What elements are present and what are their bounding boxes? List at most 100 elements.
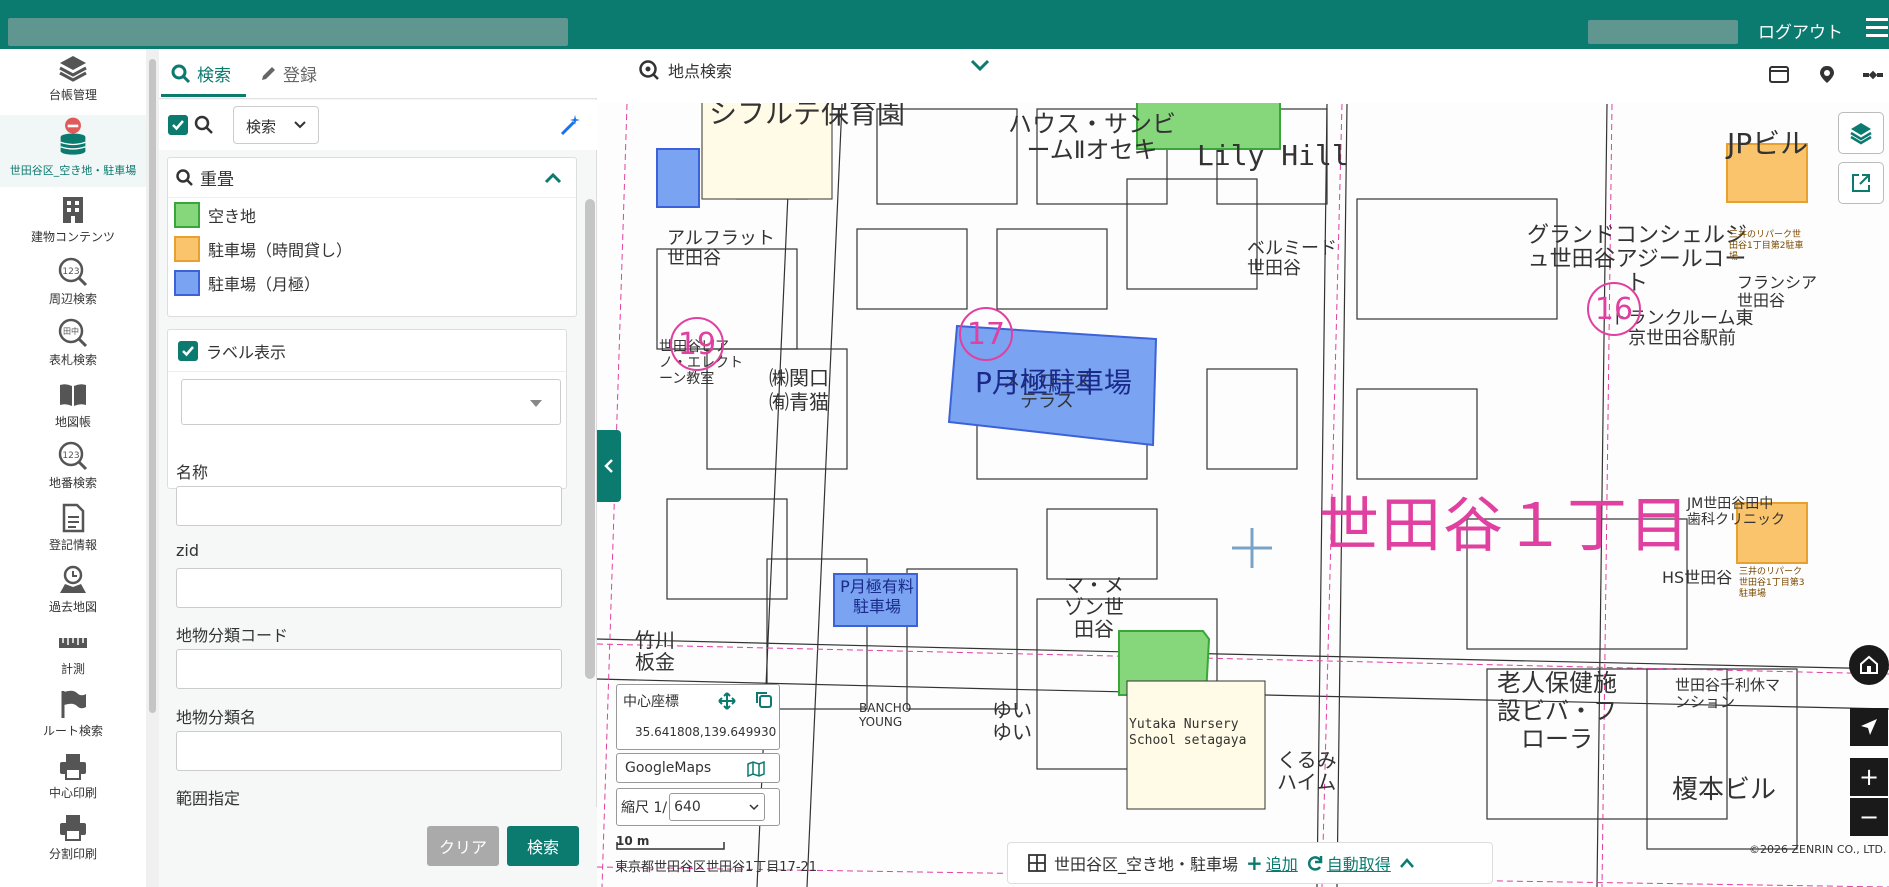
rail-item-route[interactable]: ルート検索 [0,689,146,747]
clear-button[interactable]: クリア [427,826,499,866]
label-select[interactable] [181,379,561,425]
map-label: P月極有料駐車場 [840,577,914,616]
chevron-down-icon [749,804,759,811]
feature-code-field[interactable] [176,649,562,689]
map-icon [747,761,765,777]
feature-name-label: 地物分類名 [176,708,257,727]
panel-scrollbar[interactable] [585,199,595,679]
rail-item-center-print[interactable]: 中心印刷 [0,751,146,809]
zoom-in-button[interactable]: + [1850,758,1888,796]
zid-field[interactable] [176,568,562,608]
rail-item-ledger[interactable]: 台帳管理 [0,53,146,111]
home-icon [1860,655,1878,674]
rail-item-nameplate[interactable]: 田中 表札検索 [0,318,146,376]
map-label: グランドコンシェルジュ世田谷アジールコート [1526,223,1747,296]
layers-button[interactable] [1838,112,1884,154]
tab-register-label: 登録 [283,66,317,86]
move-icon[interactable] [718,692,736,710]
rail-item-measure[interactable]: 計測 [0,627,146,685]
map-label: 榎本ビル [1672,775,1777,805]
rail-label: ルート検索 [42,724,103,738]
scale-box: 縮尺 1/ 640 [616,788,780,826]
menu-icon[interactable] [1866,18,1888,38]
auto-fetch-button[interactable]: 自動取得 [1306,851,1391,875]
district-label: 世田谷１丁目 [1319,491,1691,561]
scale-select[interactable]: 640 [669,793,766,821]
name-field[interactable] [176,486,562,526]
rail-item-nearby[interactable]: 123 周辺検索 [0,257,146,315]
panel-collapse-button[interactable] [597,430,621,502]
rail-scrollbar[interactable] [146,49,159,887]
legend-label: 駐車場（月極） [208,275,321,294]
layers-icon [58,53,88,83]
legend-item[interactable]: 空き地 [168,198,576,232]
caret-down-icon [530,400,542,407]
rail-item-setagaya[interactable]: 世田谷区_空き地・駐車場 [0,115,146,187]
map-label: ゆいゆい [992,698,1032,744]
rail-label: 分割印刷 [48,847,97,861]
home-button[interactable] [1849,645,1889,685]
legend-item[interactable]: 駐車場（時間貸し） [168,232,576,266]
tab-register[interactable]: 登録 [259,61,317,86]
block-number: 19 [670,317,724,371]
printer-icon [58,751,88,781]
search-icon [194,115,213,134]
copy-icon[interactable] [755,691,773,709]
window-icon[interactable] [1768,64,1790,84]
logout-link[interactable]: ログアウト [1758,18,1843,43]
map-label: Yutaka Nursery School setagaya [1129,717,1247,748]
add-button[interactable]: + 追加 [1246,851,1298,875]
googlemaps-button[interactable]: GoogleMaps [616,753,780,783]
pencil-icon [262,66,275,80]
map-label: ベルミード世田谷 [1247,238,1337,279]
map-label: 竹川板金 [635,628,675,674]
overlay-header[interactable]: 重畳 [168,158,576,198]
open-external-button[interactable] [1838,162,1884,204]
add-label: 追加 [1265,855,1298,874]
chevron-up-icon[interactable] [1399,857,1415,869]
map-pin-icon[interactable] [1816,64,1838,86]
rail-label: 周辺検索 [48,292,97,306]
rail-item-split-print[interactable]: 分割印刷 [0,812,146,870]
chevron-up-icon[interactable] [544,172,562,184]
satellite-icon[interactable] [1862,64,1884,86]
rail-label: 台帳管理 [48,88,97,102]
database-icon [58,115,88,159]
rail-item-atlas[interactable]: 地図帳 [0,380,146,438]
rail-item-pastmap[interactable]: 過去地図 [0,565,146,623]
location-search[interactable]: 地点検索 [630,52,1000,88]
history-map-icon [58,565,88,595]
current-location-button[interactable] [1850,708,1888,746]
label-display-row[interactable]: ラベル表示 [168,330,566,372]
center-label: 中心座標 [623,694,679,710]
scale-bar [616,842,725,850]
map-label: BANCHO YOUNG [859,701,912,729]
chevron-down-icon[interactable] [970,58,990,72]
map-canvas[interactable]: シフルテ保育園 ハウス・サンビームⅡオセキ Lily Hill JPビル アルフ… [597,49,1889,887]
rail-label: 世田谷区_空き地・駐車場 [9,164,137,177]
search-mode-dropdown[interactable]: 検索 [233,106,319,144]
printer-icon [58,812,88,842]
rail-label: 計測 [60,662,85,676]
search-button[interactable]: 検索 [507,826,579,866]
map-label: 三井のリパーク世田谷1丁目第2駐車場 [1729,230,1804,262]
map-label: 老人保健施設ビバ・フローラ [1497,669,1617,753]
rail-item-building[interactable]: 建物コンテンツ [0,195,146,253]
book-icon [58,380,88,410]
tab-search[interactable]: 検索 [171,61,231,86]
rail-item-lot[interactable]: 123 地番検索 [0,441,146,499]
rail-item-registry[interactable]: 登記情報 [0,503,146,561]
label-display-checkbox[interactable] [178,340,198,361]
feature-name-field[interactable] [176,731,562,771]
search-icon [176,168,193,186]
active-tab-indicator [161,94,246,97]
chevron-down-icon [294,121,306,129]
legend-swatch [174,270,200,296]
zoom-out-button[interactable]: − [1850,798,1888,836]
magic-wand-icon[interactable] [559,113,583,137]
search-toggle-checkbox[interactable] [168,115,188,135]
legend-item[interactable]: 駐車場（月極） [168,266,576,300]
document-icon [58,503,88,533]
redacted-title [8,18,568,46]
map-drawing [597,96,1889,887]
